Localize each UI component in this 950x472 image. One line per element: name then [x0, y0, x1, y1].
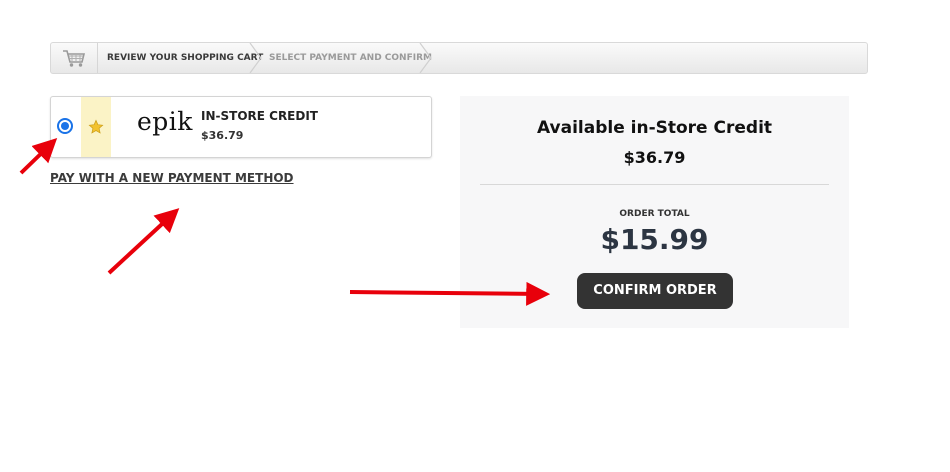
chevron-right-icon [249, 43, 262, 73]
summary-divider [480, 184, 829, 185]
star-icon [88, 119, 104, 134]
shopping-cart-icon [51, 43, 98, 73]
payment-amount: $36.79 [201, 129, 244, 142]
checkout-breadcrumb: REVIEW YOUR SHOPPING CART SELECT PAYMENT… [50, 42, 868, 74]
favorite-marker [81, 97, 111, 157]
order-total-value: $15.99 [600, 223, 709, 256]
confirm-order-button[interactable]: CONFIRM ORDER [577, 273, 733, 309]
summary-title: Available in-Store Credit [536, 118, 773, 138]
available-credit-value: $36.79 [623, 148, 686, 167]
payment-option-in-store-credit[interactable]: epik IN-STORE CREDIT $36.79 [50, 96, 432, 158]
annotation-arrow-new-method [107, 208, 180, 275]
epik-logo: epik [137, 107, 193, 136]
annotation-arrow-radio [19, 137, 58, 175]
order-total-label: ORDER TOTAL [619, 209, 690, 219]
new-payment-method-link[interactable]: PAY WITH A NEW PAYMENT METHOD [50, 171, 294, 185]
breadcrumb-step-review-cart[interactable]: REVIEW YOUR SHOPPING CART [107, 43, 263, 73]
payment-title: IN-STORE CREDIT [201, 109, 318, 123]
breadcrumb-step-select-payment: SELECT PAYMENT AND CONFIRM [269, 53, 432, 63]
payment-radio[interactable] [57, 118, 73, 134]
chevron-right-icon [419, 43, 432, 73]
order-summary-panel: Available in-Store Credit $36.79 ORDER T… [460, 96, 849, 328]
